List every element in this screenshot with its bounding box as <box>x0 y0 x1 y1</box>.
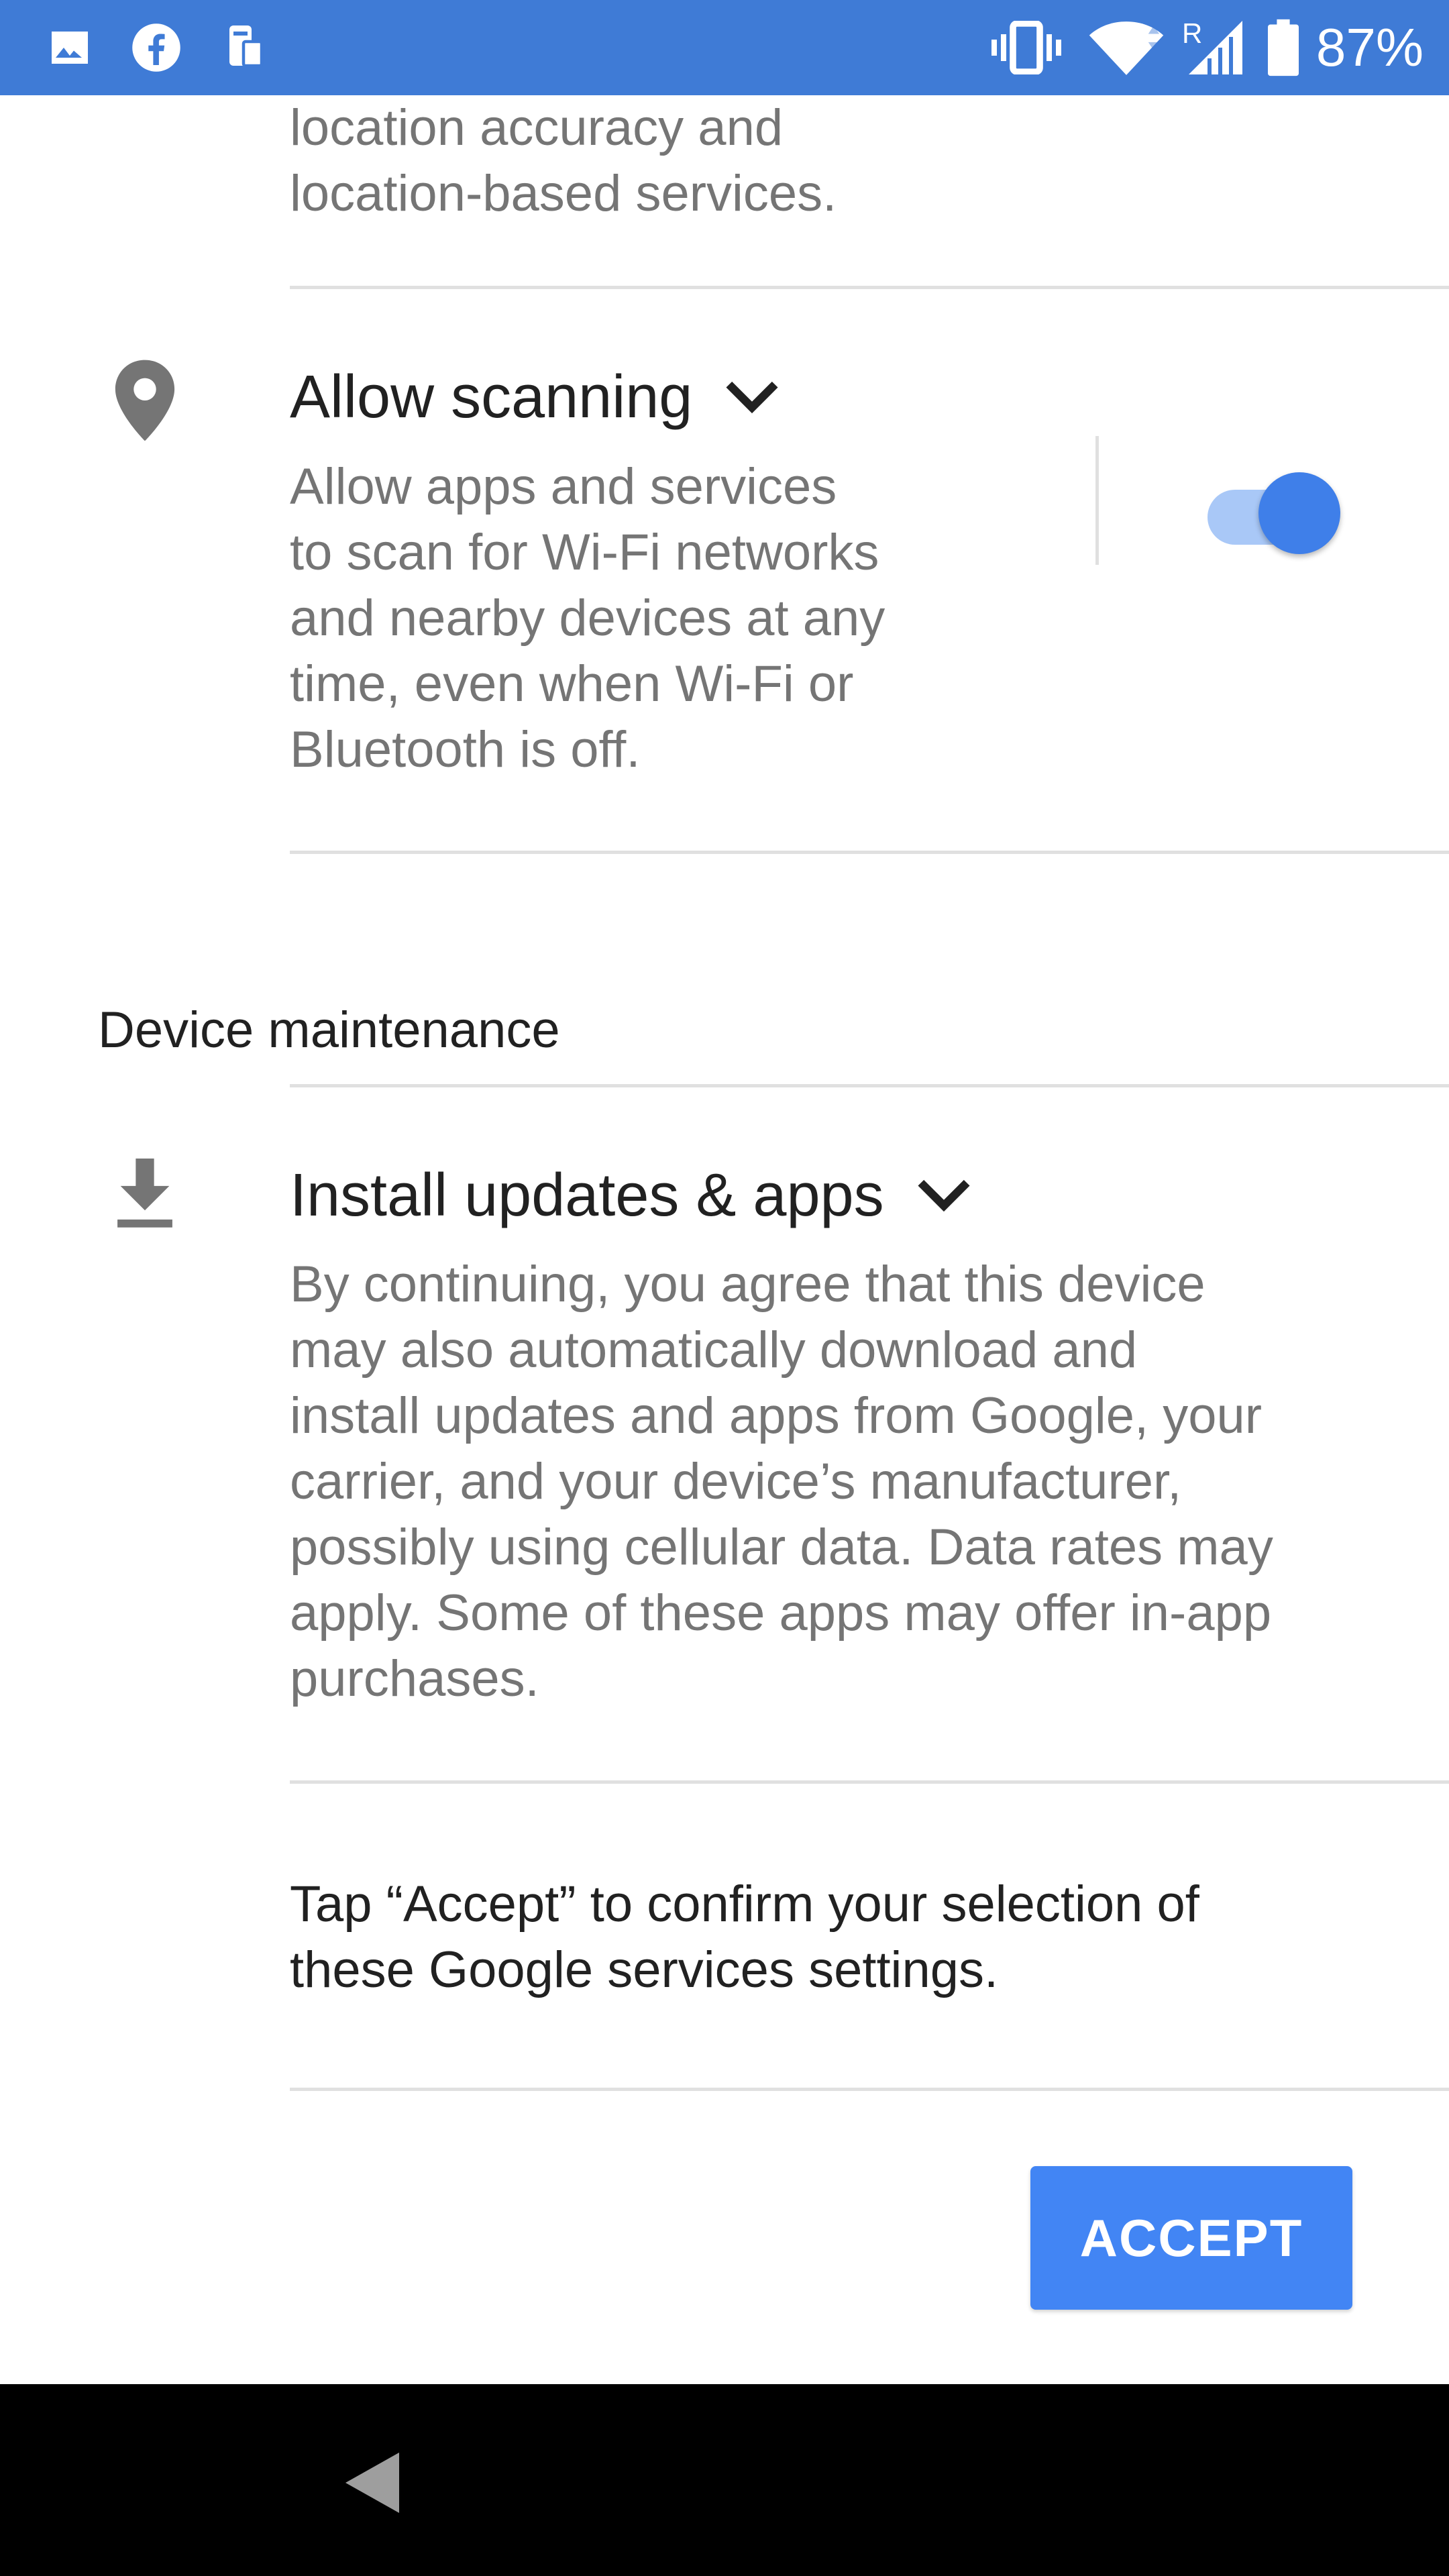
install-updates-description-line: apply. Some of these apps may offer in-a… <box>290 1585 1272 1642</box>
battery-icon <box>1268 0 1299 95</box>
confirm-text-line: Tap “Accept” to confirm your selection o… <box>290 1876 1199 1933</box>
status-bar: R 87% <box>0 0 1449 95</box>
divider <box>290 286 1449 289</box>
download-icon <box>111 1155 178 1232</box>
toggle-separator <box>1095 436 1099 565</box>
wifi-icon <box>1087 0 1166 95</box>
divider <box>290 1084 1449 1087</box>
device-transfer-icon <box>225 0 266 95</box>
battery-percentage: 87% <box>1316 17 1424 77</box>
facebook-icon <box>130 0 182 95</box>
install-updates-description-line: By continuing, you agree that this devic… <box>290 1256 1205 1313</box>
allow-scanning-title: Allow scanning <box>290 364 693 431</box>
install-updates-description-line: install updates and apps from Google, yo… <box>290 1387 1263 1444</box>
divider <box>290 2088 1449 2091</box>
install-updates-description-line: possibly using cellular data. Data rates… <box>290 1519 1273 1576</box>
allow-scanning-toggle-header[interactable]: Allow scanning <box>290 360 780 434</box>
cellular-signal-icon <box>1189 0 1242 95</box>
back-icon[interactable] <box>339 2446 413 2520</box>
allow-scanning-switch[interactable] <box>1208 463 1342 554</box>
install-updates-description-line: may also automatically download and <box>290 1322 1138 1379</box>
allow-scanning-description-line: Bluetooth is off. <box>290 721 641 778</box>
install-updates-description-line: carrier, and your device’s manufacturer, <box>290 1453 1182 1510</box>
divider <box>290 1780 1449 1784</box>
navigation-bar <box>0 2384 1449 2576</box>
install-updates-description-line: purchases. <box>290 1650 539 1707</box>
install-updates-title: Install updates & apps <box>290 1162 884 1229</box>
allow-scanning-description-line: to scan for Wi-Fi networks <box>290 524 879 581</box>
intro-text-line: location-based services. <box>290 165 837 222</box>
allow-scanning-description-line: and nearby devices at any <box>290 590 885 647</box>
accept-button[interactable]: ACCEPT <box>1030 2166 1352 2310</box>
gallery-icon <box>46 0 94 95</box>
switch-thumb <box>1258 472 1340 554</box>
chevron-down-icon[interactable] <box>724 380 780 415</box>
google-services-screen: R 87% location accuracy and location-bas… <box>0 0 1449 2576</box>
vibrate-icon <box>991 0 1061 95</box>
confirm-text-line: these Google services settings. <box>290 1941 999 1998</box>
install-updates-toggle-header[interactable]: Install updates & apps <box>290 1159 971 1232</box>
divider <box>290 851 1449 854</box>
intro-text-line: location accuracy and <box>290 99 784 156</box>
location-pin-icon <box>107 357 182 447</box>
settings-content: location accuracy and location-based ser… <box>0 95 1449 2384</box>
chevron-down-icon[interactable] <box>916 1178 971 1213</box>
device-maintenance-header: Device maintenance <box>98 1002 560 1059</box>
allow-scanning-description-line: Allow apps and services <box>290 458 837 515</box>
allow-scanning-description-line: time, even when Wi-Fi or <box>290 655 854 712</box>
